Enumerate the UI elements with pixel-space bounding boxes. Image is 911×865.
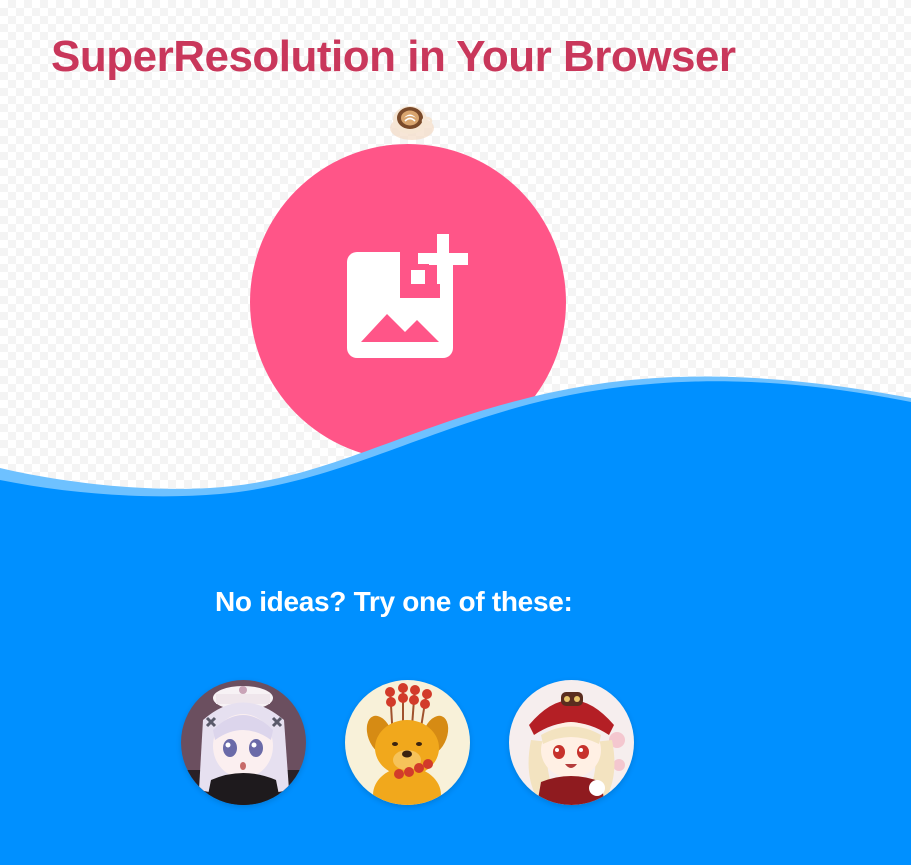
anime-girl-white-hair-thumbnail xyxy=(181,680,306,805)
add-photo-icon xyxy=(347,234,468,358)
cartoon-dog-thumbnail xyxy=(345,680,470,805)
sample-image-2[interactable] xyxy=(345,680,470,805)
sample-image-1[interactable] xyxy=(181,680,306,805)
coffee-cup-icon[interactable] xyxy=(389,102,435,142)
anime-girl-red-hat-thumbnail xyxy=(509,680,634,805)
wave-main xyxy=(0,381,911,865)
samples-heading: No ideas? Try one of these: xyxy=(215,586,573,617)
sample-image-3[interactable] xyxy=(509,680,634,805)
page-title: SuperResolution in Your Browser xyxy=(51,32,736,81)
